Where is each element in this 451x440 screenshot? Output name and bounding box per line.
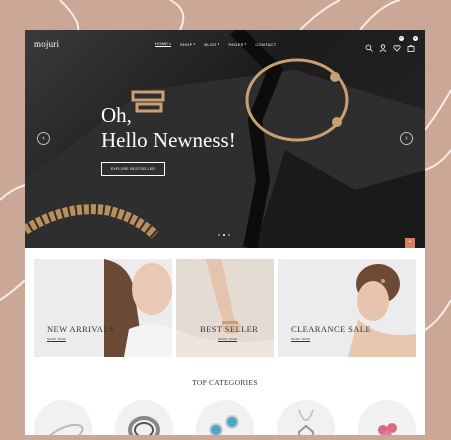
user-icon[interactable] xyxy=(379,39,387,53)
slider-prev-button[interactable]: ‹ xyxy=(37,132,50,145)
menu-blog[interactable]: BLOG ▾ xyxy=(204,41,219,47)
hero-title-line1: Oh, xyxy=(101,103,132,127)
menu-pages-label: PAGES xyxy=(228,41,244,47)
search-icon[interactable] xyxy=(365,39,373,52)
banner-new-arrivals-link[interactable]: SHOP NOW xyxy=(47,337,67,342)
slider-next-button[interactable]: › xyxy=(400,132,413,145)
necklace-icon xyxy=(297,409,315,435)
chevron-down-icon: ▾ xyxy=(169,41,172,46)
category-ring[interactable] xyxy=(115,400,173,435)
earrings-icon xyxy=(209,415,239,435)
main-navigation: mojuri HOME ▾ SHOP ▾ BLOG ▾ PAGES ▾ CONT… xyxy=(25,30,425,58)
hero-heading: Oh, Hello Newness! xyxy=(101,103,236,153)
menu-home-label: HOME xyxy=(155,41,169,46)
category-charm[interactable] xyxy=(358,400,416,435)
menu: HOME ▾ SHOP ▾ BLOG ▾ PAGES ▾ CONTACT xyxy=(155,41,276,47)
header-icons: 0 0 xyxy=(365,36,418,53)
hero-slider: mojuri HOME ▾ SHOP ▾ BLOG ▾ PAGES ▾ CONT… xyxy=(25,30,425,248)
slide-dot[interactable] xyxy=(218,234,220,236)
chevron-down-icon: ▾ xyxy=(193,42,196,46)
banner-best-seller-link[interactable]: SHOP NOW xyxy=(218,337,238,342)
category-earrings[interactable] xyxy=(196,400,254,435)
menu-shop-label: SHOP xyxy=(180,41,193,47)
menu-contact[interactable]: CONTACT xyxy=(255,41,276,47)
banner-best-seller-image xyxy=(176,259,274,357)
banner-new-arrivals-title: NEW ARRIVALS xyxy=(47,324,115,334)
banner-clearance-sale-image xyxy=(278,259,416,357)
banner-new-arrivals-image xyxy=(34,259,172,357)
wishlist-count-badge: 0 xyxy=(399,36,404,41)
banner-clearance-sale-title: CLEARANCE SALE xyxy=(291,324,371,334)
menu-contact-label: CONTACT xyxy=(255,41,277,47)
site-logo[interactable]: mojuri xyxy=(34,39,59,49)
bracelet-icon xyxy=(44,423,84,435)
top-categories-title: TOP CATEGORIES xyxy=(192,378,258,387)
banner-best-seller[interactable]: BEST SELLER SHOP NOW xyxy=(176,259,274,357)
slide-dot-active[interactable] xyxy=(223,234,225,236)
heart-icon[interactable]: 0 xyxy=(393,36,404,52)
menu-shop[interactable]: SHOP ▾ xyxy=(180,41,195,47)
slide-dot[interactable] xyxy=(228,234,230,236)
hero-title-line2: Hello Newness! xyxy=(101,128,236,152)
category-bracelet[interactable] xyxy=(34,400,92,435)
cart-count-badge: 0 xyxy=(413,36,418,41)
banner-best-seller-title: BEST SELLER xyxy=(200,324,259,334)
banner-clearance-sale-link[interactable]: SHOP NOW xyxy=(291,337,311,342)
category-necklace[interactable] xyxy=(277,400,335,435)
menu-home[interactable]: HOME ▾ xyxy=(155,41,172,47)
chevron-down-icon: ▾ xyxy=(244,42,247,46)
cart-icon[interactable]: 0 xyxy=(407,36,418,52)
slider-pagination xyxy=(218,234,230,236)
website-page: mojuri HOME ▾ SHOP ▾ BLOG ▾ PAGES ▾ CONT… xyxy=(25,30,425,435)
scroll-to-top-button[interactable]: ⌃ xyxy=(405,238,415,248)
chevron-down-icon: ▾ xyxy=(217,42,220,46)
menu-pages[interactable]: PAGES ▾ xyxy=(229,41,247,47)
charm-icon xyxy=(378,423,397,435)
menu-blog-label: BLOG xyxy=(204,41,217,47)
banner-new-arrivals[interactable]: NEW ARRIVALS SHOP NOW xyxy=(34,259,172,357)
banner-clearance-sale[interactable]: CLEARANCE SALE SHOP NOW xyxy=(278,259,416,357)
ring-icon xyxy=(128,416,160,435)
explore-bestseller-button[interactable]: EXPLORE BESTSELLER xyxy=(101,162,165,176)
